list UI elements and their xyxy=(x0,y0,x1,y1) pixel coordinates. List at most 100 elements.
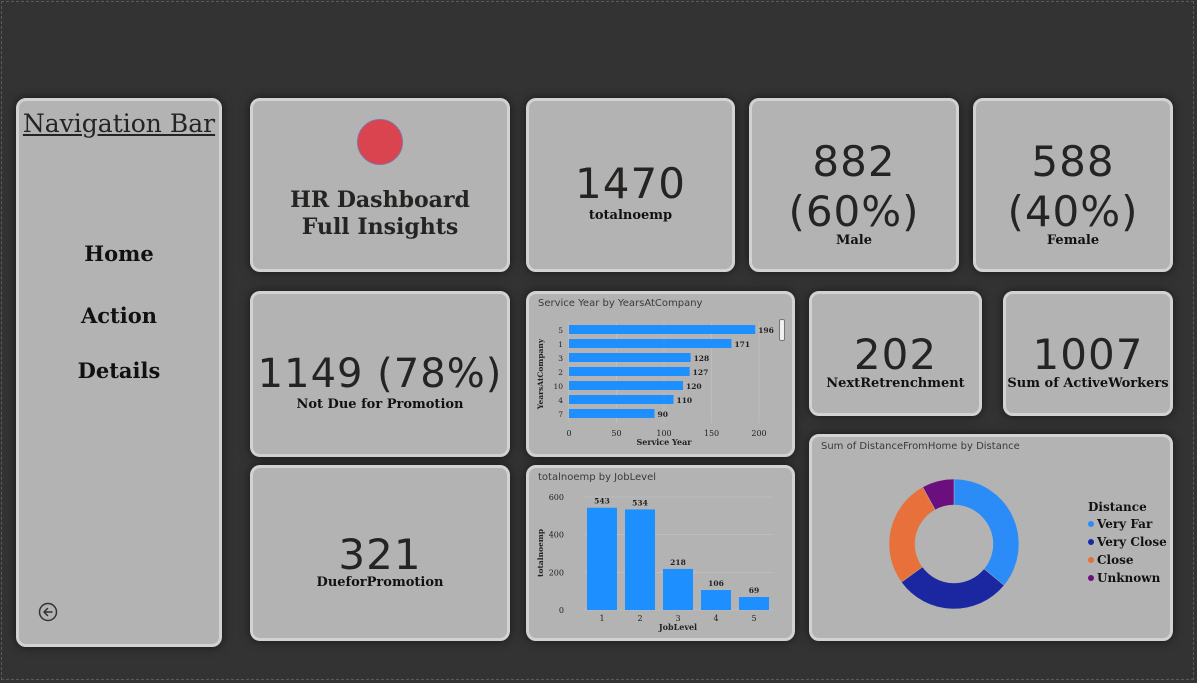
distance-donut-slice-very-close xyxy=(901,566,1005,610)
kpi-card-not-due-promotion: 1149 (78%) Not Due for Promotion xyxy=(250,291,510,457)
distance-legend: Distance Very Far Very Close Close Unknown xyxy=(1088,500,1167,587)
service-year-bar xyxy=(569,367,690,376)
kpi-due-label: DueforPromotion xyxy=(316,575,444,590)
service-year-x-tick: 200 xyxy=(751,429,766,438)
joblevel-x-tick: 5 xyxy=(751,614,756,623)
service-year-scrollbar[interactable] xyxy=(779,319,785,341)
joblevel-data-label: 106 xyxy=(708,579,724,588)
joblevel-bar xyxy=(587,507,617,610)
service-year-y-tick: 3 xyxy=(558,354,563,363)
service-year-x-tick: 0 xyxy=(566,429,571,438)
distance-legend-label: Very Close xyxy=(1097,535,1167,549)
distance-legend-label: Close xyxy=(1097,553,1134,567)
joblevel-chart-card: totalnoemp by JobLevel 0 200 400 600 543 1 534… xyxy=(526,465,795,641)
service-year-bar xyxy=(569,325,756,334)
joblevel-bar xyxy=(739,597,769,610)
dashboard-title-line2: Full Insights xyxy=(301,214,459,240)
legend-dot-icon xyxy=(1088,521,1094,527)
distance-legend-title: Distance xyxy=(1088,500,1147,514)
service-year-y-tick: 4 xyxy=(558,396,563,405)
kpi-card-due-promotion: 321 DueforPromotion xyxy=(250,465,510,641)
service-year-data-label: 171 xyxy=(734,340,750,349)
logo-circle xyxy=(357,119,403,165)
kpi-retrenchment-label: NextRetrenchment xyxy=(826,376,965,391)
joblevel-data-label: 534 xyxy=(632,498,648,507)
nav-title: Navigation Bar xyxy=(22,109,216,138)
dashboard-header-card: HR Dashboard Full Insights xyxy=(250,98,510,272)
joblevel-x-tick: 1 xyxy=(599,614,604,623)
joblevel-data-label: 69 xyxy=(749,586,759,595)
service-year-bar xyxy=(569,381,683,390)
kpi-card-male: 882 (60%) Male xyxy=(749,98,959,272)
legend-dot-icon xyxy=(1088,575,1094,581)
kpi-card-active-workers: 1007 Sum of ActiveWorkers xyxy=(1003,291,1173,416)
service-year-x-tick: 150 xyxy=(704,429,719,438)
distance-donut-chart-card: Sum of DistanceFromHome by Distance Dist… xyxy=(809,434,1173,641)
joblevel-y-tick: 0 xyxy=(559,606,564,615)
joblevel-y-tick: 400 xyxy=(549,531,564,540)
service-year-bar-chart: 0 50 100 150 2005 1961 1713 1282 12710 1204 1107 90… xyxy=(536,322,774,447)
kpi-active-label: Sum of ActiveWorkers xyxy=(1007,376,1169,391)
service-year-y-tick: 7 xyxy=(558,410,563,419)
service-year-data-label: 127 xyxy=(693,368,709,377)
service-year-bar xyxy=(569,395,674,404)
service-year-y-tick: 1 xyxy=(558,340,563,349)
kpi-total-label: totalnoemp xyxy=(588,208,673,223)
joblevel-x-tick: 4 xyxy=(713,614,718,623)
distance-donut-slice-very-far xyxy=(953,478,1020,586)
kpi-active-value: 1007 xyxy=(1032,330,1144,379)
distance-legend-item: Unknown xyxy=(1088,569,1167,587)
kpi-card-female: 588 (40%) Female xyxy=(973,98,1173,272)
nav-item-home[interactable]: Home xyxy=(19,241,219,266)
joblevel-y-axis-label: totalnoemp xyxy=(536,529,545,577)
distance-legend-label: Unknown xyxy=(1097,571,1161,585)
kpi-female-label: Female xyxy=(1046,233,1100,248)
service-year-data-label: 120 xyxy=(686,382,702,391)
service-year-y-tick: 2 xyxy=(558,368,563,377)
joblevel-y-tick: 200 xyxy=(549,568,564,577)
distance-legend-item: Close xyxy=(1088,551,1167,569)
distance-legend-item: Very Close xyxy=(1088,533,1167,551)
service-year-bar xyxy=(569,339,732,348)
distance-legend-label: Very Far xyxy=(1097,517,1153,531)
joblevel-x-axis-label: JobLevel xyxy=(658,622,697,632)
kpi-card-total: 1470 totalnoemp xyxy=(526,98,735,272)
kpi-due-value: 321 xyxy=(338,530,422,579)
distance-donut-slice-close xyxy=(888,486,936,583)
service-year-data-label: 90 xyxy=(658,410,668,419)
service-year-y-axis-label: YearsAtCompany xyxy=(536,338,545,410)
service-year-x-axis-label: Service Year xyxy=(636,437,692,447)
navigation-panel: Navigation Bar Home Action Details xyxy=(16,98,222,647)
service-year-data-label: 110 xyxy=(677,396,693,405)
joblevel-y-tick: 600 xyxy=(549,493,564,502)
kpi-male-value-count: 882 xyxy=(812,137,896,186)
legend-dot-icon xyxy=(1088,557,1094,563)
back-button[interactable] xyxy=(37,601,59,623)
kpi-male-label: Male xyxy=(835,233,873,248)
joblevel-data-label: 218 xyxy=(670,558,686,567)
kpi-retrenchment-value: 202 xyxy=(853,330,938,379)
circle-arrow-left-icon xyxy=(38,602,58,622)
kpi-not-due-label: Not Due for Promotion xyxy=(296,397,464,412)
kpi-female-value-percent: (40%) xyxy=(1007,187,1139,236)
legend-dot-icon xyxy=(1088,539,1094,545)
service-year-chart-card: Service Year by YearsAtCompany 0 50 100 150… xyxy=(526,291,795,457)
dashboard-title-line1: HR Dashboard xyxy=(290,187,470,213)
joblevel-bar xyxy=(625,509,655,610)
joblevel-x-tick: 2 xyxy=(637,614,642,623)
service-year-y-tick: 5 xyxy=(558,326,563,335)
service-year-data-label: 128 xyxy=(694,354,710,363)
kpi-female-value-count: 588 xyxy=(1031,137,1115,186)
kpi-total-value: 1470 xyxy=(575,159,686,208)
nav-item-details[interactable]: Details xyxy=(19,358,219,383)
service-year-data-label: 196 xyxy=(758,326,774,335)
service-year-bar xyxy=(569,409,655,418)
kpi-not-due-value: 1149 (78%) xyxy=(257,351,503,397)
joblevel-bar-chart: 0200400600 5431534221831064695JobLeveltot… xyxy=(536,493,773,632)
joblevel-data-label: 543 xyxy=(594,497,610,506)
nav-item-action[interactable]: Action xyxy=(19,303,219,328)
service-year-bar xyxy=(569,353,691,362)
kpi-male-value-percent: (60%) xyxy=(788,187,920,236)
joblevel-bar xyxy=(701,590,731,610)
joblevel-bar xyxy=(663,568,693,610)
